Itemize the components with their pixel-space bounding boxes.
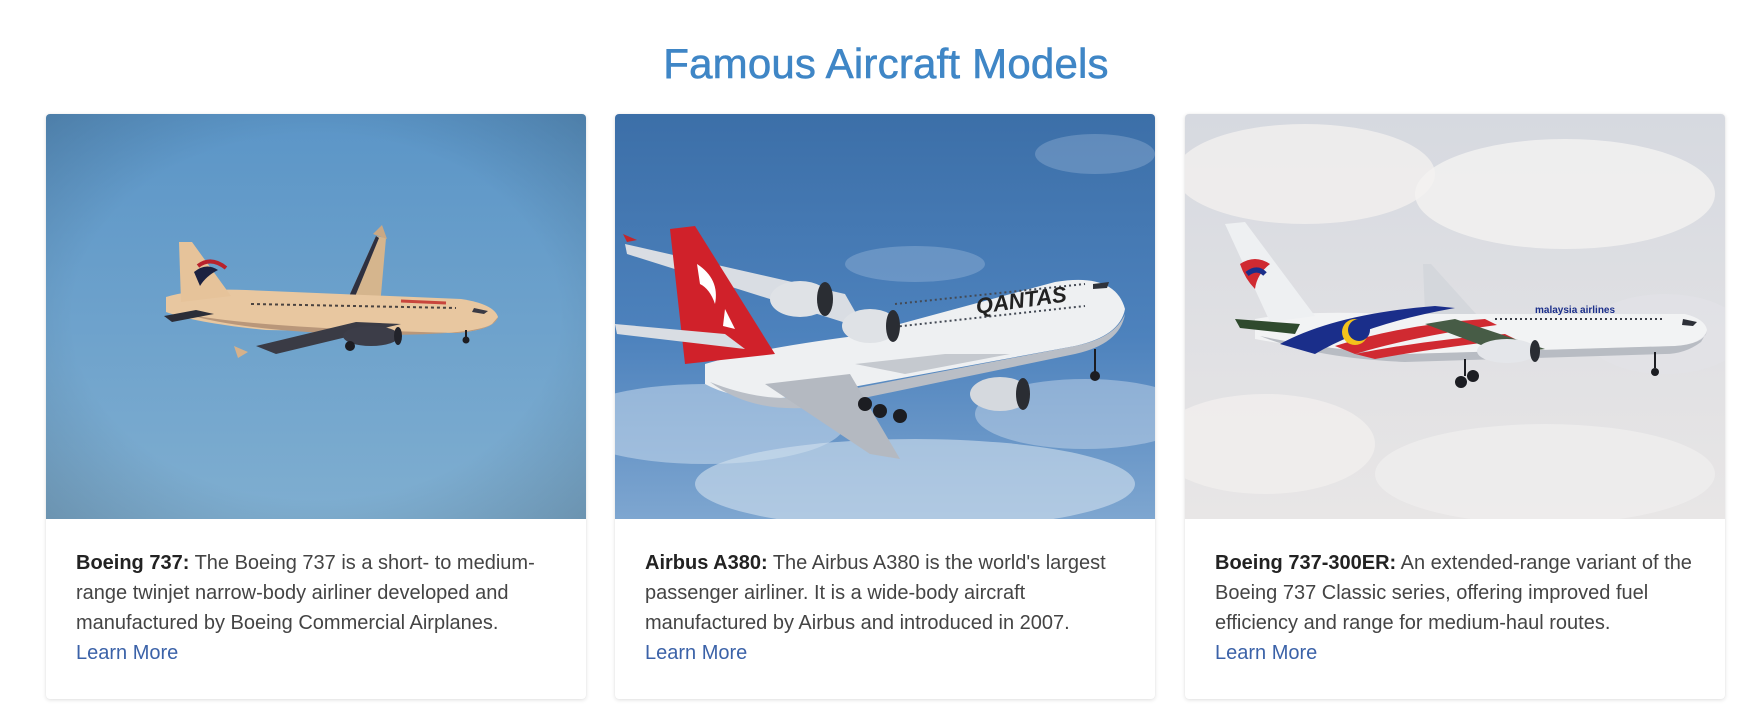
card-description: Airbus A380: The Airbus A380 is the worl… bbox=[645, 548, 1129, 638]
airbus-a380-photo: QANTAS bbox=[615, 114, 1155, 519]
card-body: Boeing 737-300ER: An extended-range vari… bbox=[1215, 548, 1699, 668]
card-body: Airbus A380: The Airbus A380 is the worl… bbox=[645, 548, 1129, 668]
svg-text:malaysia airlines: malaysia airlines bbox=[1535, 305, 1615, 316]
card-description: Boeing 737: The Boeing 737 is a short- t… bbox=[76, 548, 560, 638]
aircraft-card-airbus-a380: QANTAS Airbus A380: The Airbus A380 is t… bbox=[615, 114, 1155, 699]
learn-more-link[interactable]: Learn More bbox=[76, 638, 178, 668]
learn-more-link[interactable]: Learn More bbox=[645, 638, 747, 668]
model-name: Airbus A380: bbox=[645, 552, 768, 574]
aircraft-card-boeing-737-300er: malaysia airlines Boeing 737-300ER: An e… bbox=[1185, 114, 1725, 699]
page-title: Famous Aircraft Models bbox=[663, 40, 1109, 88]
model-name: Boeing 737: bbox=[76, 552, 190, 574]
learn-more-link[interactable]: Learn More bbox=[1215, 638, 1317, 668]
aircraft-card-boeing-737: Boeing 737: The Boeing 737 is a short- t… bbox=[46, 114, 586, 699]
card-description: Boeing 737-300ER: An extended-range vari… bbox=[1215, 548, 1699, 638]
boeing-737-300er-photo: malaysia airlines bbox=[1185, 114, 1725, 519]
model-name: Boeing 737-300ER: bbox=[1215, 552, 1397, 574]
boeing-737-photo bbox=[46, 114, 586, 519]
card-body: Boeing 737: The Boeing 737 is a short- t… bbox=[76, 548, 560, 668]
